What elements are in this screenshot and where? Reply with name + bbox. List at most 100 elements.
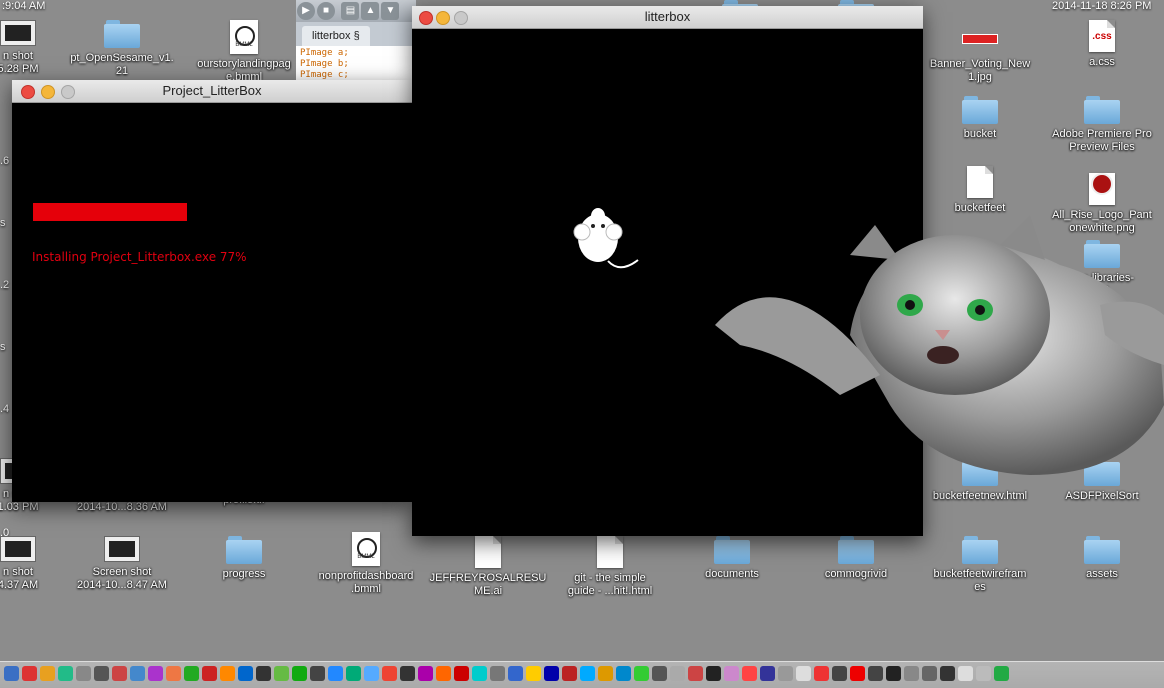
dock-app-icon[interactable] [994,666,1009,681]
dock-app-icon[interactable] [778,666,793,681]
processing-editor-window[interactable]: ▶ ■ ▤ ▲ ▼ litterbox § PImage a; PImage b; P… [296,0,416,84]
dock-app-icon[interactable] [202,666,217,681]
cat-image [715,215,1164,475]
dock-app-icon[interactable] [310,666,325,681]
dock-app-icon[interactable] [166,666,181,681]
desktop-icon[interactable]: BMML nonprofitdashboard .bmml [306,532,426,596]
project-litterbox-window[interactable]: Project_LitterBox Installing Project_Lit… [12,80,412,502]
desktop-icon[interactable]: assets [1042,536,1162,581]
dock-app-icon[interactable] [742,666,757,681]
dock-app-icon[interactable] [832,666,847,681]
dock-app-icon[interactable] [796,666,811,681]
image-file-icon [962,34,998,44]
desktop-icon[interactable]: .css a.css [1042,20,1162,69]
dock-app-icon[interactable] [940,666,955,681]
desktop-icon[interactable]: Screen shot 2014-10...8.47 AM [62,536,182,592]
dock-app-icon[interactable] [436,666,451,681]
dock-app-icon[interactable] [562,666,577,681]
dock-app-icon[interactable] [184,666,199,681]
dock-app-icon[interactable] [256,666,271,681]
dock-app-icon[interactable] [112,666,127,681]
minimize-icon[interactable] [41,85,55,99]
close-icon[interactable] [419,11,433,25]
dock-app-icon[interactable] [400,666,415,681]
desktop-icon[interactable]: bucketfeetwirefram es [920,536,1040,594]
close-icon[interactable] [21,85,35,99]
menubar-clock-left: :9:04 AM [2,0,46,12]
dock-app-icon[interactable] [868,666,883,681]
window-titlebar[interactable]: litterbox [412,6,923,29]
code-area[interactable]: PImage a; PImage b; PImage c; [296,46,416,83]
dock-app-icon[interactable] [922,666,937,681]
dock-app-icon[interactable] [904,666,919,681]
desktop-icon[interactable]: Banner_Voting_New 1.jpg [920,28,1040,84]
dock-app-icon[interactable] [760,666,775,681]
desktop-icon-label: bucket [963,128,997,140]
dock-app-icon[interactable] [454,666,469,681]
dock-app-icon[interactable] [490,666,505,681]
dock-app-icon[interactable] [850,666,865,681]
desktop-icon[interactable]: commogrivid [796,536,916,581]
dock-app-icon[interactable] [418,666,433,681]
dock-app-icon[interactable] [76,666,91,681]
desktop-icon[interactable]: bucket [920,96,1040,141]
zoom-icon[interactable] [61,85,75,99]
desktop-icon[interactable]: pt_OpenSesame_v1. 21 [62,20,182,78]
dock-app-icon[interactable] [274,666,289,681]
dock-app-icon[interactable] [580,666,595,681]
dock-app-icon[interactable] [526,666,541,681]
run-button[interactable]: ▶ [297,2,315,20]
dock-app-icon[interactable] [706,666,721,681]
dock-app-icon[interactable] [886,666,901,681]
dock-app-icon[interactable] [238,666,253,681]
zoom-icon[interactable] [454,11,468,25]
dock-app-icon[interactable] [58,666,73,681]
dock-app-icon[interactable] [958,666,973,681]
dock-app-icon[interactable] [544,666,559,681]
dock-app-icon[interactable] [346,666,361,681]
edge-label: s [0,217,6,229]
dock-app-icon[interactable] [688,666,703,681]
dock-app-icon[interactable] [634,666,649,681]
dock-app-icon[interactable] [328,666,343,681]
minimize-icon[interactable] [436,11,450,25]
dock-app-icon[interactable] [724,666,739,681]
dock-app-icon[interactable] [148,666,163,681]
dock-app-icon[interactable] [364,666,379,681]
stop-button[interactable]: ■ [317,2,335,20]
dock-app-icon[interactable] [22,666,37,681]
dock-app-icon[interactable] [598,666,613,681]
screenshot-thumbnail-icon [0,536,36,562]
dock-app-icon[interactable] [814,666,829,681]
desktop-icon[interactable]: BMML ourstorylandingpag e.bmml [184,20,304,84]
dock-icons [4,666,1144,684]
editor-tabbar: litterbox § [296,22,416,46]
desktop-icon[interactable]: Adobe Premiere Pro Preview Files [1042,96,1162,154]
dock-app-icon[interactable] [652,666,667,681]
dock-app-icon[interactable] [616,666,631,681]
dock-app-icon[interactable] [130,666,145,681]
desktop-icon[interactable]: progress [184,536,304,581]
save-button[interactable]: ▼ [381,2,400,20]
dock-app-icon[interactable] [976,666,991,681]
open-button[interactable]: ▲ [361,2,380,20]
desktop-icon[interactable]: documents [672,536,792,581]
dock-app-icon[interactable] [292,666,307,681]
desktop-icon[interactable]: JEFFREYROSALRESU ME.ai [428,536,548,598]
tab-litterbox[interactable]: litterbox § [302,26,370,46]
desktop-icon-label: Banner_Voting_New 1.jpg [929,58,1031,83]
document-icon [475,536,501,568]
desktop-icon[interactable]: git - the simple guide - ...hit!.html [550,536,670,598]
dock-app-icon[interactable] [94,666,109,681]
dock-app-icon[interactable] [220,666,235,681]
dock-app-icon[interactable] [472,666,487,681]
dock-app-icon[interactable] [4,666,19,681]
dock-app-icon[interactable] [508,666,523,681]
dock-app-icon[interactable] [382,666,397,681]
dock-app-icon[interactable] [670,666,685,681]
screenshot-thumbnail-icon [0,20,36,46]
window-titlebar[interactable]: Project_LitterBox [12,80,412,103]
folder-icon [1084,536,1120,564]
new-button[interactable]: ▤ [341,2,360,20]
dock-app-icon[interactable] [40,666,55,681]
